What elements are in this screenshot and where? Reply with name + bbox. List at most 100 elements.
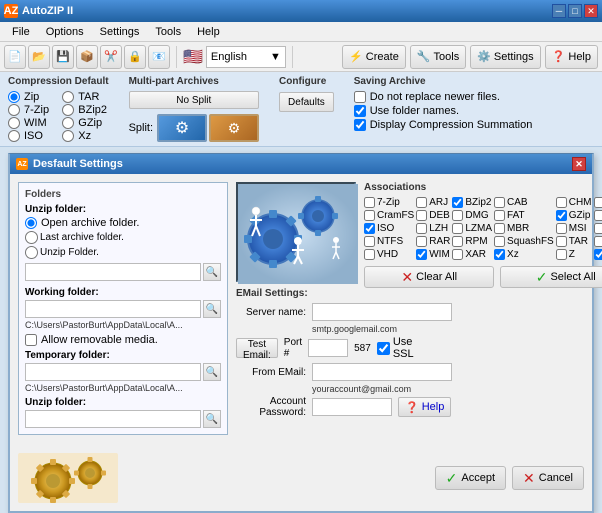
radio-wim[interactable] bbox=[8, 117, 20, 129]
display-compression-check[interactable] bbox=[354, 119, 366, 131]
assoc-checkbox-xz[interactable] bbox=[494, 249, 505, 260]
unzip-browse-btn[interactable]: 🔍 bbox=[203, 263, 221, 281]
radio-xz-row[interactable]: Xz bbox=[62, 130, 108, 142]
assoc-label-bzip2[interactable]: BZip2 bbox=[465, 197, 491, 208]
radio-zip[interactable] bbox=[8, 91, 20, 103]
working-browse-btn[interactable]: 🔍 bbox=[203, 300, 221, 318]
assoc-checkbox-bzip2[interactable] bbox=[452, 197, 463, 208]
assoc-checkbox-xar[interactable] bbox=[452, 249, 463, 260]
assoc-checkbox-squashfs[interactable] bbox=[494, 236, 505, 247]
cancel-button[interactable]: ✕ Cancel bbox=[512, 466, 584, 490]
assoc-checkbox-rpm[interactable] bbox=[452, 236, 463, 247]
temp-browse-btn[interactable]: 🔍 bbox=[203, 363, 221, 381]
allow-removable-check[interactable] bbox=[25, 334, 37, 346]
language-combo[interactable]: English ▼ bbox=[206, 46, 286, 68]
radio-7zip[interactable] bbox=[8, 104, 20, 116]
defaults-button[interactable]: Defaults bbox=[279, 92, 334, 112]
working-path-input[interactable] bbox=[25, 300, 201, 318]
toolbar-btn6[interactable]: 🔒 bbox=[124, 45, 146, 69]
assoc-label-arj[interactable]: ARJ bbox=[429, 197, 448, 208]
assoc-checkbox-udf[interactable] bbox=[594, 236, 602, 247]
assoc-label-xz[interactable]: Xz bbox=[507, 249, 519, 260]
port-input[interactable] bbox=[308, 339, 348, 357]
assoc-checkbox-arj[interactable] bbox=[416, 197, 427, 208]
assoc-label-7-zip[interactable]: 7-Zip bbox=[377, 197, 400, 208]
toolbar-new[interactable]: 📄 bbox=[4, 45, 26, 69]
assoc-label-cramfs[interactable]: CramFS bbox=[377, 210, 414, 221]
radio-xz[interactable] bbox=[62, 130, 74, 142]
clear-all-button[interactable]: ✕ Clear All bbox=[364, 266, 494, 288]
radio-zip-row[interactable]: Zip bbox=[8, 91, 54, 103]
menu-tools[interactable]: Tools bbox=[147, 24, 189, 40]
assoc-label-chm[interactable]: CHM bbox=[569, 197, 592, 208]
assoc-label-msi[interactable]: MSI bbox=[569, 223, 587, 234]
assoc-checkbox-vhd[interactable] bbox=[364, 249, 375, 260]
use-folders-row[interactable]: Use folder names. bbox=[354, 105, 533, 117]
radio-iso-row[interactable]: ISO bbox=[8, 130, 54, 142]
last-archive-radio[interactable] bbox=[25, 231, 38, 244]
unzip-bottom-browse-btn[interactable]: 🔍 bbox=[203, 410, 221, 428]
assoc-label-squashfs[interactable]: SquashFS bbox=[507, 236, 554, 247]
assoc-label-fat[interactable]: FAT bbox=[507, 210, 525, 221]
assoc-label-gzip[interactable]: GZip bbox=[569, 210, 591, 221]
assoc-checkbox-iso[interactable] bbox=[364, 223, 375, 234]
maximize-button[interactable]: □ bbox=[568, 4, 582, 18]
assoc-checkbox-msi[interactable] bbox=[556, 223, 567, 234]
radio-bzip2[interactable] bbox=[62, 104, 74, 116]
assoc-label-xar[interactable]: XAR bbox=[465, 249, 486, 260]
assoc-label-lzh[interactable]: LZH bbox=[429, 223, 448, 234]
temp-path-input[interactable] bbox=[25, 363, 201, 381]
help-button[interactable]: ❓ Help bbox=[545, 45, 598, 69]
assoc-checkbox-deb[interactable] bbox=[416, 210, 427, 221]
settings-button[interactable]: ⚙️ Settings bbox=[470, 45, 540, 69]
no-replace-row[interactable]: Do not replace newer files. bbox=[354, 91, 533, 103]
no-split-button[interactable]: No Split bbox=[129, 91, 259, 109]
assoc-checkbox-lzh[interactable] bbox=[416, 223, 427, 234]
radio-tar[interactable] bbox=[62, 91, 74, 103]
radio-iso[interactable] bbox=[8, 130, 20, 142]
assoc-checkbox-cpio[interactable] bbox=[594, 197, 602, 208]
select-all-button[interactable]: ✓ Select All bbox=[500, 266, 602, 288]
minimize-button[interactable]: ─ bbox=[552, 4, 566, 18]
use-folders-check[interactable] bbox=[354, 105, 366, 117]
assoc-checkbox-hfs[interactable] bbox=[594, 210, 602, 221]
language-selector[interactable]: 🇺🇸 English ▼ bbox=[183, 46, 286, 68]
assoc-label-vhd[interactable]: VHD bbox=[377, 249, 398, 260]
assoc-label-mbr[interactable]: MBR bbox=[507, 223, 529, 234]
assoc-checkbox-cramfs[interactable] bbox=[364, 210, 375, 221]
accept-button[interactable]: ✓ Accept bbox=[435, 466, 506, 490]
menu-help[interactable]: Help bbox=[189, 24, 228, 40]
assoc-checkbox-ntfs[interactable] bbox=[364, 236, 375, 247]
assoc-label-z[interactable]: Z bbox=[569, 249, 575, 260]
assoc-checkbox-zip[interactable] bbox=[594, 249, 602, 260]
create-button[interactable]: ⚡ Create bbox=[342, 45, 406, 69]
menu-settings[interactable]: Settings bbox=[92, 24, 148, 40]
assoc-checkbox-fat[interactable] bbox=[494, 210, 505, 221]
assoc-checkbox-chm[interactable] bbox=[556, 197, 567, 208]
assoc-label-rar[interactable]: RAR bbox=[429, 236, 450, 247]
assoc-label-iso[interactable]: ISO bbox=[377, 223, 394, 234]
menu-options[interactable]: Options bbox=[38, 24, 92, 40]
test-email-button[interactable]: Test Email: bbox=[236, 338, 278, 358]
dialog-close-button[interactable]: ✕ bbox=[572, 157, 586, 171]
radio-bzip2-row[interactable]: BZip2 bbox=[62, 104, 108, 116]
assoc-label-tar[interactable]: TAR bbox=[569, 236, 588, 247]
open-archive-radio[interactable]: Open archive folder. bbox=[25, 217, 221, 229]
assoc-checkbox-wim[interactable] bbox=[416, 249, 427, 260]
toolbar-btn7[interactable]: 📧 bbox=[148, 45, 170, 69]
unzip-folder-radio[interactable] bbox=[25, 246, 38, 259]
allow-removable-row[interactable]: Allow removable media. bbox=[25, 334, 221, 346]
assoc-checkbox-cab[interactable] bbox=[494, 197, 505, 208]
assoc-checkbox-7-zip[interactable] bbox=[364, 197, 375, 208]
assoc-label-cab[interactable]: CAB bbox=[507, 197, 528, 208]
radio-gzip[interactable] bbox=[62, 117, 74, 129]
assoc-label-ntfs[interactable]: NTFS bbox=[377, 236, 403, 247]
assoc-label-deb[interactable]: DEB bbox=[429, 210, 450, 221]
toolbar-save[interactable]: 💾 bbox=[52, 45, 74, 69]
assoc-checkbox-rar[interactable] bbox=[416, 236, 427, 247]
assoc-checkbox-mbr[interactable] bbox=[494, 223, 505, 234]
assoc-checkbox-z[interactable] bbox=[556, 249, 567, 260]
unzip-bottom-input[interactable] bbox=[25, 410, 201, 428]
radio-wim-row[interactable]: WIM bbox=[8, 117, 54, 129]
radio-tar-row[interactable]: TAR bbox=[62, 91, 108, 103]
